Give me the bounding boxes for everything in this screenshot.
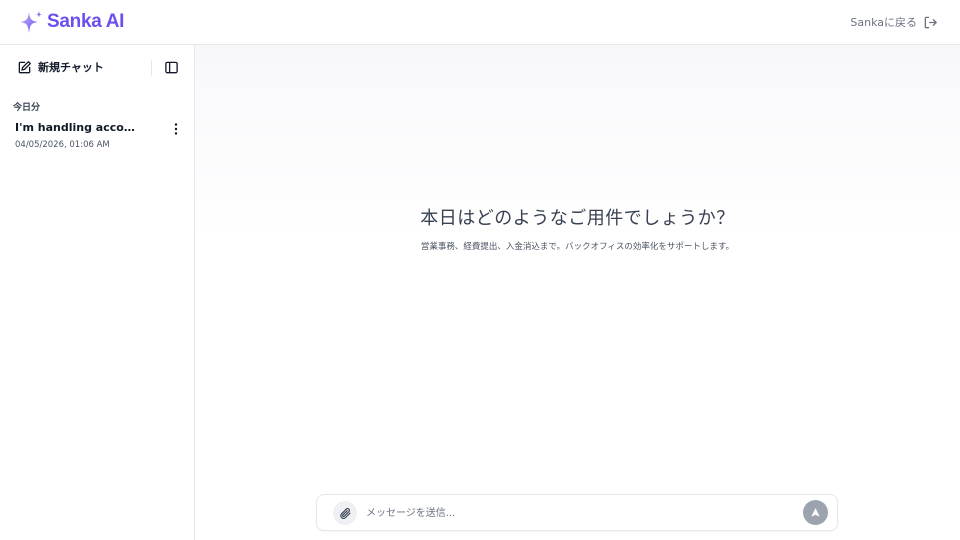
chat-timestamp: 04/05/2026, 01:06 AM xyxy=(15,140,110,150)
sidebar-toggle-button[interactable] xyxy=(164,60,179,79)
sidebar-panel-icon xyxy=(165,61,178,74)
section-label-today: 今日分 xyxy=(13,103,41,113)
new-chat-button[interactable]: 新規チャット xyxy=(17,59,104,75)
logout-arrow-icon xyxy=(924,16,937,28)
paperclip-icon xyxy=(339,507,351,519)
chat-title: I'm handling accounti... xyxy=(15,121,135,134)
message-input[interactable] xyxy=(366,504,786,522)
chat-history-item[interactable]: I'm handling accounti... 04/05/2026, 01:… xyxy=(15,121,185,150)
welcome-subtitle: 営業事務、経費提出、入金消込まで。バックオフィスの効率化をサポートします。 xyxy=(420,242,735,252)
top-header: Sanka AI Sankaに戻る xyxy=(0,0,960,45)
brand-name: Sanka AI xyxy=(47,11,125,32)
attach-button[interactable] xyxy=(333,501,357,525)
edit-icon xyxy=(18,60,31,73)
toolbar-divider xyxy=(151,60,152,76)
welcome-title: 本日はどのようなご用件でしょうか？ xyxy=(420,208,735,229)
app: Sanka AI Sankaに戻る 新規チャット 今日分 I'm handlin… xyxy=(0,0,960,540)
sidebar: 新規チャット 今日分 I'm handling accounti... 04/0… xyxy=(0,45,195,540)
sparkle-logo-icon xyxy=(20,11,42,33)
chat-main-area: 本日はどのようなご用件でしょうか？ 営業事務、経費提出、入金消込まで。バックオフ… xyxy=(195,45,960,540)
message-composer xyxy=(316,494,838,531)
more-vertical-icon[interactable] xyxy=(173,122,179,136)
send-arrow-icon xyxy=(811,508,820,517)
brand-logo[interactable]: Sanka AI xyxy=(18,9,124,35)
back-link-label: Sankaに戻る xyxy=(850,16,917,29)
back-to-sanka-link[interactable]: Sankaに戻る xyxy=(850,14,938,30)
new-chat-label: 新規チャット xyxy=(38,61,104,74)
send-button[interactable] xyxy=(803,500,828,525)
